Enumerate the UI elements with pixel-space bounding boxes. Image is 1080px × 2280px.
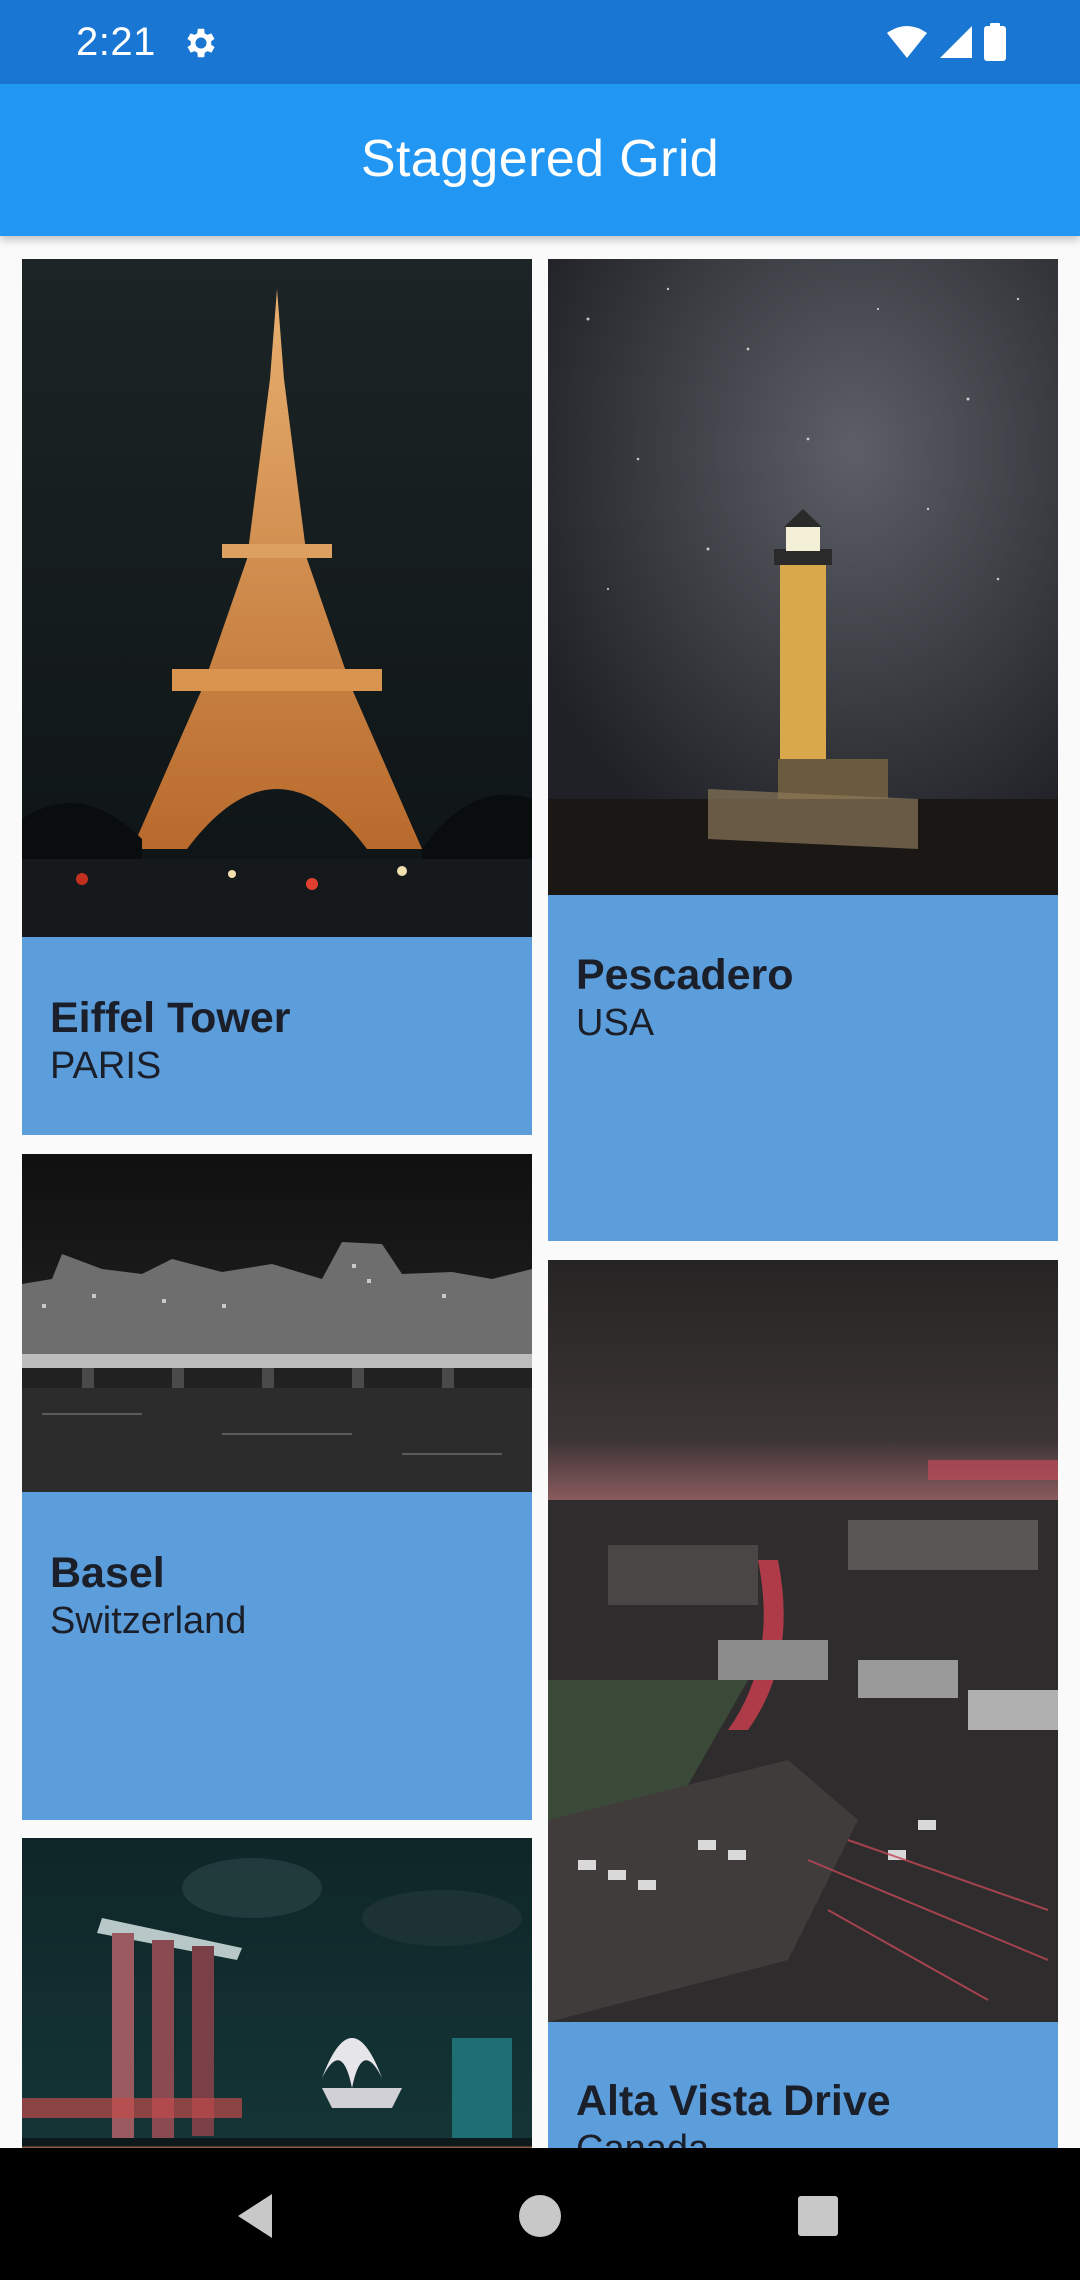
- battery-icon: [984, 23, 1006, 61]
- eiffel-tower-photo: [22, 259, 532, 937]
- staggered-grid[interactable]: Eiffel Tower PARIS Pescadero USA Basel S…: [0, 236, 1080, 2148]
- grid-card-alta-vista-drive[interactable]: Alta Vista Drive Canada: [548, 1260, 1058, 2148]
- card-subtitle: Switzerland: [50, 1600, 247, 1642]
- grid-card-basel[interactable]: Basel Switzerland: [22, 1154, 532, 1820]
- card-title: Basel: [50, 1549, 165, 1597]
- cell-signal-icon: [940, 26, 972, 58]
- card-title: Eiffel Tower: [50, 994, 291, 1042]
- gear-icon: [187, 28, 215, 58]
- card-title: Pescadero: [576, 951, 794, 999]
- back-icon[interactable]: [230, 2188, 286, 2244]
- basel-bridge-photo: [22, 1154, 532, 1492]
- grid-card-singapore[interactable]: [22, 1838, 532, 2148]
- recents-icon[interactable]: [790, 2188, 846, 2244]
- card-title: Alta Vista Drive: [576, 2077, 891, 2125]
- app-bar: Staggered Grid: [0, 84, 1080, 236]
- city-aerial-photo: [548, 1260, 1058, 2022]
- card-subtitle: Canada: [576, 2126, 709, 2148]
- status-bar: 2:21: [0, 0, 1080, 84]
- status-time: 2:21: [76, 20, 156, 64]
- wifi-icon: [887, 26, 927, 58]
- card-subtitle: USA: [576, 1002, 655, 1044]
- app-title: Staggered Grid: [360, 130, 720, 188]
- grid-card-eiffel-tower[interactable]: Eiffel Tower PARIS: [22, 259, 532, 1135]
- grid-card-pescadero[interactable]: Pescadero USA: [548, 259, 1058, 1241]
- home-icon[interactable]: [512, 2188, 568, 2244]
- card-subtitle: PARIS: [50, 1045, 162, 1087]
- singapore-marina-photo: [22, 1838, 532, 2148]
- navigation-bar: [0, 2148, 1080, 2280]
- lighthouse-photo: [548, 259, 1058, 895]
